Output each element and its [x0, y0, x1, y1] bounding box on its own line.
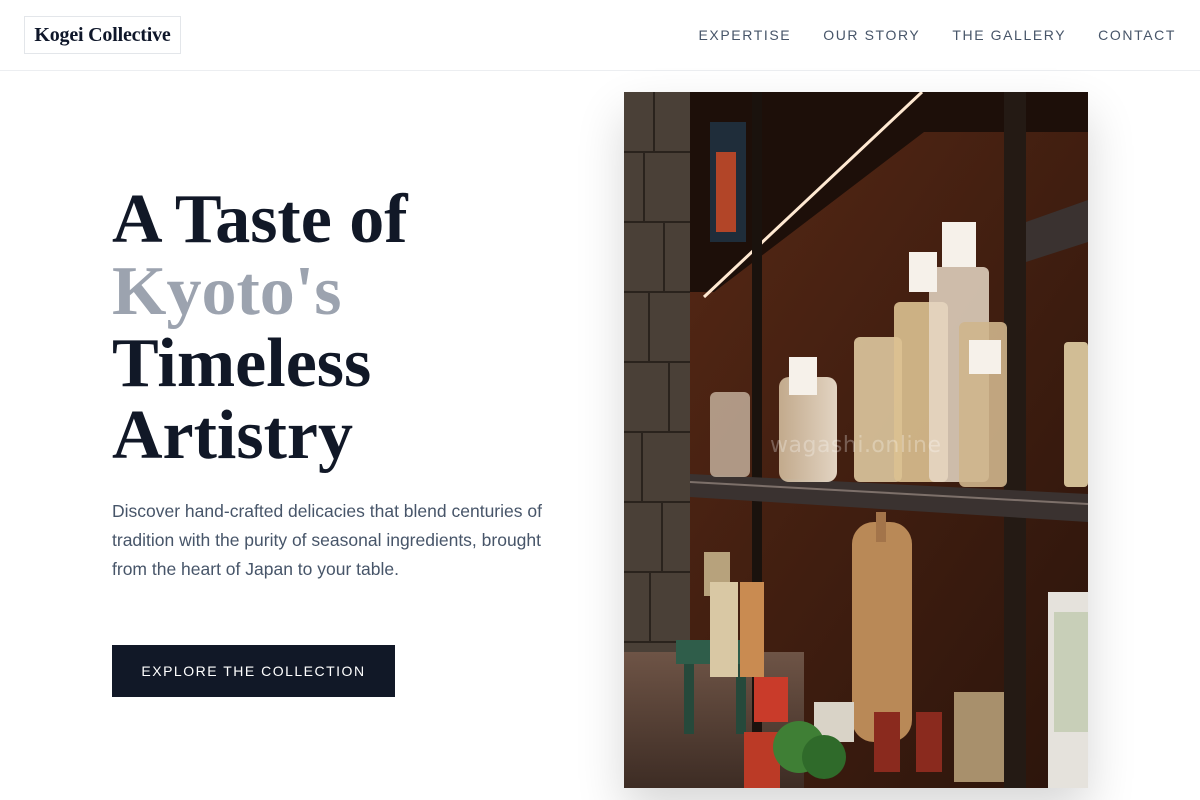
hero-description: Discover hand-crafted delicacies that bl… [112, 501, 542, 579]
hero-title: A Taste of Kyoto's Timeless Artistry [112, 184, 572, 472]
nav-link-expertise[interactable]: EXPERTISE [698, 27, 791, 43]
hero-image: wagashi.online [624, 92, 1088, 788]
explore-collection-button[interactable]: EXPLORE THE COLLECTION [112, 645, 395, 697]
logo[interactable]: Kogei Collective [24, 16, 181, 54]
main-nav: EXPERTISE OUR STORY THE GALLERY CONTACT [698, 0, 1176, 70]
site-header: Kogei Collective EXPERTISE OUR STORY THE… [0, 0, 1200, 71]
image-watermark: wagashi.online [770, 433, 942, 458]
hero-title-accent: Kyoto's [112, 253, 342, 330]
hero-title-line3: Timeless [112, 325, 372, 402]
hero-title-line1: A Taste of [112, 181, 408, 258]
nav-link-contact[interactable]: CONTACT [1098, 27, 1176, 43]
nav-link-our-story[interactable]: OUR STORY [823, 27, 920, 43]
nav-link-the-gallery[interactable]: THE GALLERY [952, 27, 1066, 43]
shop-shelves-illustration: wagashi.online [624, 92, 1088, 788]
hero-title-line4: Artistry [112, 397, 354, 474]
